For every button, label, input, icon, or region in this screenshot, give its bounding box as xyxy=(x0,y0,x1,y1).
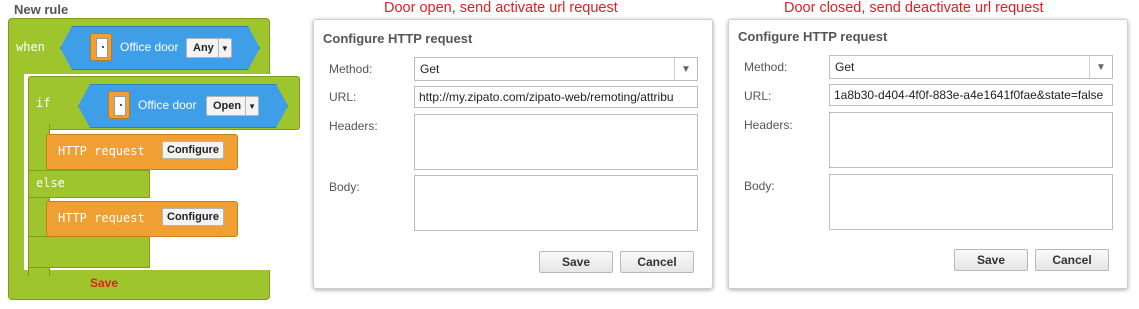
chevron-down-icon: ▼ xyxy=(674,58,697,80)
method-value: Get xyxy=(420,62,440,76)
url-label: URL: xyxy=(329,90,357,104)
headers-textarea[interactable] xyxy=(414,114,698,170)
configure-button[interactable]: Configure xyxy=(162,208,224,226)
url-input[interactable]: 1a8b30-d404-4f0f-883e-a4e1641f0fae&state… xyxy=(829,84,1113,106)
cancel-button[interactable]: Cancel xyxy=(1035,249,1109,271)
http-request-dialog-1: Configure HTTP request Method: Get ▼ URL… xyxy=(313,19,713,289)
dialog-title: Configure HTTP request xyxy=(738,29,888,44)
caption-door-closed: Door closed, send deactivate url request xyxy=(784,0,1044,16)
chevron-down-icon: ▼ xyxy=(1089,56,1112,78)
chevron-down-icon: ▼ xyxy=(245,97,258,115)
method-select[interactable]: Get ▼ xyxy=(829,55,1113,79)
door-icon-knob xyxy=(102,46,104,48)
when-state-select[interactable]: Any ▼ xyxy=(186,38,232,58)
if-device-name: Office door xyxy=(138,98,197,112)
body-label: Body: xyxy=(744,179,775,193)
method-value: Get xyxy=(835,60,855,74)
when-label: when xyxy=(16,40,45,54)
save-button[interactable]: Save xyxy=(539,251,613,273)
else-label: else xyxy=(36,176,65,190)
chevron-down-icon: ▼ xyxy=(217,39,231,57)
headers-textarea[interactable] xyxy=(829,112,1113,168)
headers-label: Headers: xyxy=(744,118,793,132)
body-textarea[interactable] xyxy=(414,175,698,231)
caption-door-open: Door open, send activate url request xyxy=(384,0,618,16)
save-button[interactable]: Save xyxy=(954,249,1028,271)
when-state-value: Any xyxy=(193,42,214,54)
door-icon-panel xyxy=(114,96,126,116)
headers-label: Headers: xyxy=(329,119,378,133)
if-state-value: Open xyxy=(213,100,242,112)
configure-button[interactable]: Configure xyxy=(162,141,224,159)
url-label: URL: xyxy=(744,89,772,103)
door-icon-panel xyxy=(96,38,108,58)
http-request-label: HTTP request xyxy=(58,144,145,158)
http-request-label: HTTP request xyxy=(58,211,145,225)
when-device-name: Office door xyxy=(120,40,179,54)
http-request-dialog-2: Configure HTTP request Method: Get ▼ URL… xyxy=(728,19,1128,289)
cancel-button[interactable]: Cancel xyxy=(620,251,694,273)
if-state-select[interactable]: Open ▼ xyxy=(206,96,260,116)
method-label: Method: xyxy=(329,62,373,76)
url-input[interactable]: http://my.zipato.com/zipato-web/remoting… xyxy=(414,86,698,108)
door-icon xyxy=(108,91,130,119)
door-icon-knob xyxy=(120,104,122,106)
method-select[interactable]: Get ▼ xyxy=(414,57,698,81)
method-label: Method: xyxy=(744,60,788,74)
door-icon xyxy=(90,33,112,61)
rule-save-button[interactable]: Save xyxy=(90,276,118,290)
dialog-title: Configure HTTP request xyxy=(323,31,473,46)
body-label: Body: xyxy=(329,180,360,194)
rule-title: New rule xyxy=(14,2,69,17)
if-block-footer xyxy=(28,236,150,268)
body-textarea[interactable] xyxy=(829,174,1113,230)
if-label: if xyxy=(36,96,51,110)
